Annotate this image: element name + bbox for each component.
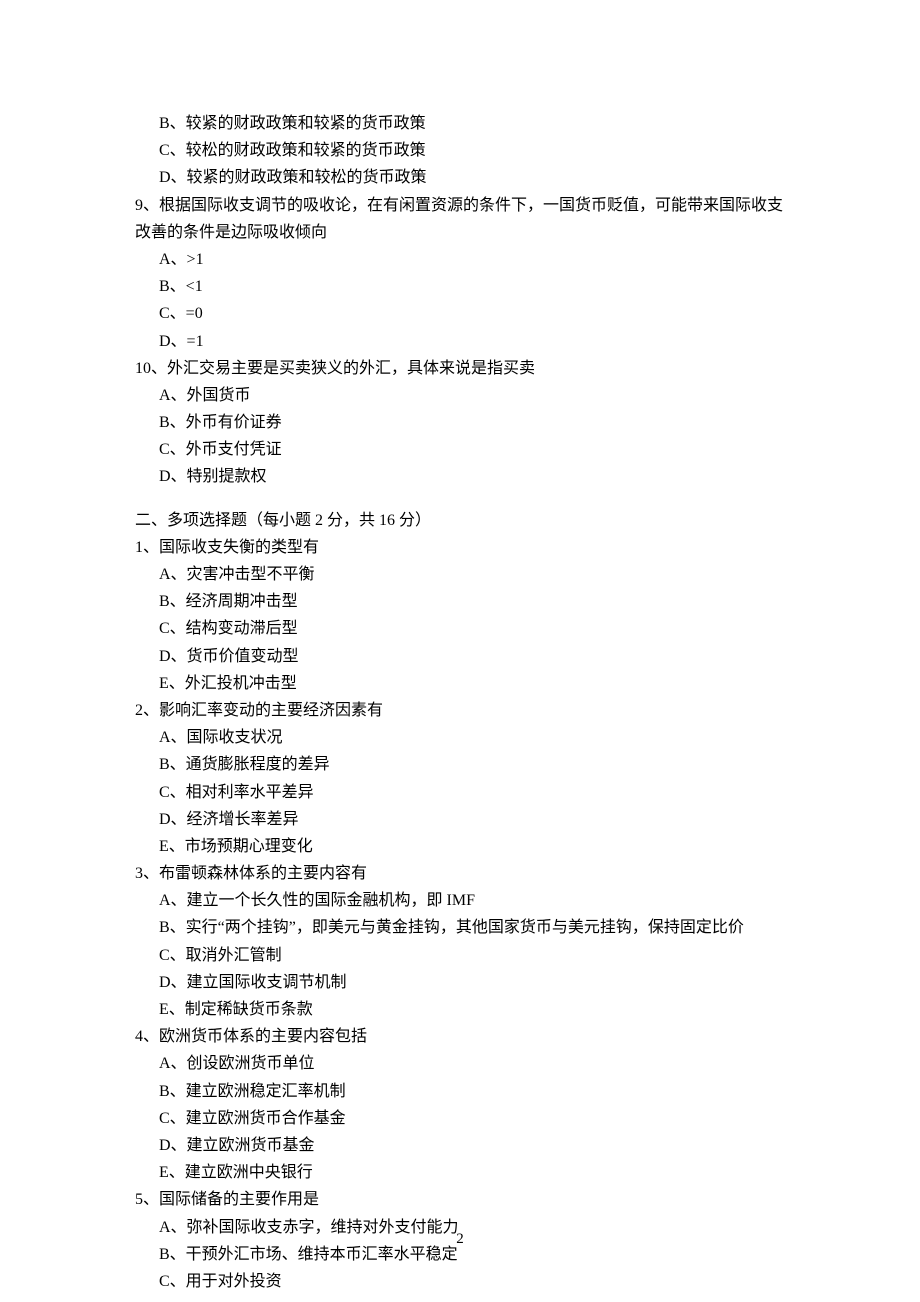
q10-option-a: A、外国货币: [135, 382, 785, 409]
q8-option-c: C、较松的财政政策和较紧的货币政策: [135, 137, 785, 164]
page-number: 2: [0, 1227, 920, 1253]
q9-stem: 9、根据国际收支调节的吸收论，在有闲置资源的条件下，一国货币贬值，可能带来国际收…: [135, 192, 785, 246]
m4-stem: 4、欧洲货币体系的主要内容包括: [135, 1023, 785, 1050]
m1-option-e: E、外汇投机冲击型: [135, 670, 785, 697]
m3-option-b: B、实行“两个挂钩”，即美元与黄金挂钩，其他国家货币与美元挂钩，保持固定比价: [135, 914, 785, 941]
m1-option-b: B、经济周期冲击型: [135, 588, 785, 615]
m4-option-b: B、建立欧洲稳定汇率机制: [135, 1078, 785, 1105]
m2-stem: 2、影响汇率变动的主要经济因素有: [135, 697, 785, 724]
q8-option-d: D、较紧的财政政策和较松的货币政策: [135, 164, 785, 191]
page-content: B、较紧的财政政策和较紧的货币政策 C、较松的财政政策和较紧的货币政策 D、较紧…: [0, 0, 920, 1295]
m3-option-d: D、建立国际收支调节机制: [135, 969, 785, 996]
m1-option-d: D、货币价值变动型: [135, 643, 785, 670]
m5-option-c: C、用于对外投资: [135, 1268, 785, 1295]
q9-option-c: C、=0: [135, 300, 785, 327]
m4-option-a: A、创设欧洲货币单位: [135, 1050, 785, 1077]
m2-option-b: B、通货膨胀程度的差异: [135, 751, 785, 778]
m4-option-e: E、建立欧洲中央银行: [135, 1159, 785, 1186]
m3-stem: 3、布雷顿森林体系的主要内容有: [135, 860, 785, 887]
m2-option-c: C、相对利率水平差异: [135, 779, 785, 806]
q9-option-d: D、=1: [135, 328, 785, 355]
q9-option-b: B、<1: [135, 273, 785, 300]
m1-option-c: C、结构变动滞后型: [135, 615, 785, 642]
m2-option-e: E、市场预期心理变化: [135, 833, 785, 860]
q10-option-b: B、外币有价证券: [135, 409, 785, 436]
m4-option-c: C、建立欧洲货币合作基金: [135, 1105, 785, 1132]
m1-stem: 1、国际收支失衡的类型有: [135, 534, 785, 561]
m3-option-a: A、建立一个长久性的国际金融机构，即 IMF: [135, 887, 785, 914]
q10-option-d: D、特别提款权: [135, 463, 785, 490]
m2-option-a: A、国际收支状况: [135, 724, 785, 751]
q10-option-c: C、外币支付凭证: [135, 436, 785, 463]
q10-stem: 10、外汇交易主要是买卖狭义的外汇，具体来说是指买卖: [135, 355, 785, 382]
q9-option-a: A、>1: [135, 246, 785, 273]
m4-option-d: D、建立欧洲货币基金: [135, 1132, 785, 1159]
m3-option-e: E、制定稀缺货币条款: [135, 996, 785, 1023]
m2-option-d: D、经济增长率差异: [135, 806, 785, 833]
q8-option-b: B、较紧的财政政策和较紧的货币政策: [135, 110, 785, 137]
section-2-header: 二、多项选择题（每小题 2 分，共 16 分）: [135, 507, 785, 534]
m1-option-a: A、灾害冲击型不平衡: [135, 561, 785, 588]
m3-option-c: C、取消外汇管制: [135, 942, 785, 969]
m5-stem: 5、国际储备的主要作用是: [135, 1186, 785, 1213]
